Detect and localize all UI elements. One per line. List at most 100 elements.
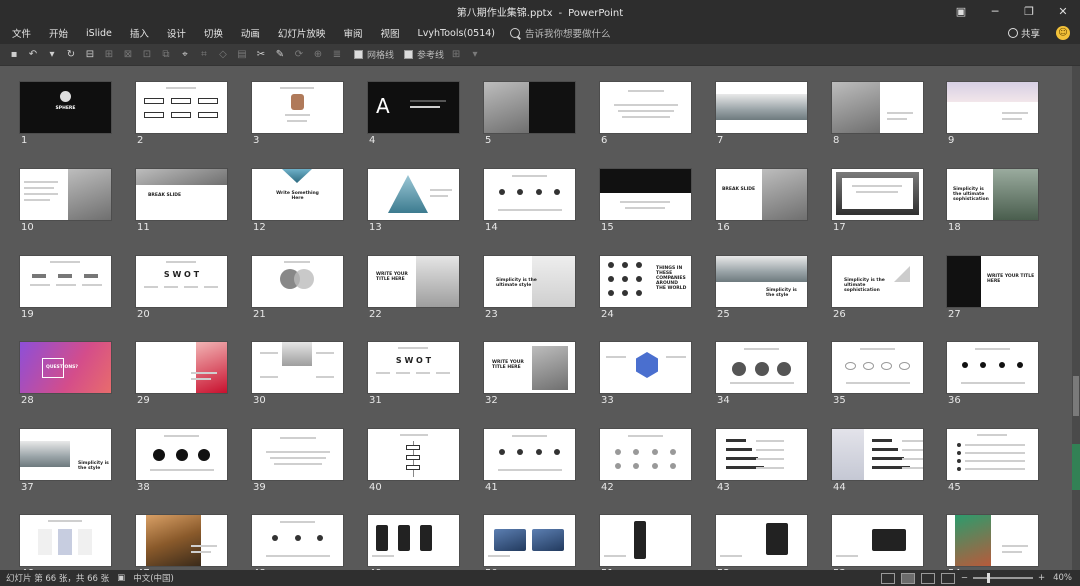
- zoom-slider-knob[interactable]: [986, 573, 990, 583]
- slide-thumbnail[interactable]: [484, 515, 575, 566]
- normal-view-button[interactable]: [880, 572, 895, 584]
- slide-thumbnail[interactable]: [832, 342, 923, 393]
- slide-thumbnail[interactable]: [600, 342, 691, 393]
- language-label[interactable]: 中文(中国): [133, 572, 174, 584]
- undo-dropdown-icon[interactable]: ▾: [44, 47, 60, 63]
- tab-slideshow[interactable]: 幻灯片放映: [269, 26, 335, 40]
- zoom-in-icon[interactable]: +: [1038, 573, 1045, 583]
- layers-icon[interactable]: ≣: [329, 47, 345, 63]
- slide-thumbnail[interactable]: QUESTIONS?: [20, 342, 111, 393]
- restore-icon[interactable]: ❐: [1012, 0, 1046, 22]
- slide-thumbnail[interactable]: Simplicity is the style: [20, 429, 111, 480]
- slide-thumbnail[interactable]: Write Something Here: [252, 169, 343, 220]
- slide-thumbnail[interactable]: [716, 515, 807, 566]
- distribute-icon[interactable]: ⊡: [139, 47, 155, 63]
- save-icon[interactable]: ▪: [6, 47, 22, 63]
- slide-thumbnail[interactable]: [252, 256, 343, 307]
- shape-icon[interactable]: ◇: [215, 47, 231, 63]
- reading-view-button[interactable]: [920, 572, 935, 584]
- slide-sorter-view-button[interactable]: [900, 572, 915, 584]
- close-icon[interactable]: ✕: [1046, 0, 1080, 22]
- slide-thumbnail[interactable]: [600, 515, 691, 566]
- slide-thumbnail[interactable]: [832, 515, 923, 566]
- slide-thumbnail[interactable]: [136, 342, 227, 393]
- spellcheck-icon[interactable]: ▣: [117, 573, 125, 583]
- tab-lvyhtools[interactable]: LvyhTools(0514): [408, 28, 504, 39]
- tab-insert[interactable]: 插入: [121, 26, 158, 40]
- slide-thumbnail[interactable]: [600, 169, 691, 220]
- scissors-icon[interactable]: ✂: [253, 47, 269, 63]
- tab-home[interactable]: 开始: [40, 26, 77, 40]
- tab-review[interactable]: 审阅: [334, 26, 371, 40]
- gridlines-checkbox[interactable]: 网格线: [354, 48, 394, 61]
- slide-thumbnail[interactable]: WRITE YOUR TITLE HERE: [947, 256, 1038, 307]
- slide-thumbnail[interactable]: A: [368, 82, 459, 133]
- scrollbar-thumb[interactable]: [1073, 376, 1079, 416]
- slide-thumbnail[interactable]: [484, 429, 575, 480]
- slide-thumbnail[interactable]: WRITE YOUR TITLE HERE: [484, 342, 575, 393]
- slide-thumbnail[interactable]: Simplicity is the ultimate style: [484, 256, 575, 307]
- slide-thumbnail[interactable]: [484, 82, 575, 133]
- slide-thumbnail[interactable]: [716, 429, 807, 480]
- slide-thumbnail[interactable]: [600, 82, 691, 133]
- tell-me-box[interactable]: 告诉我你想要做什么: [510, 26, 611, 40]
- slide-thumbnail[interactable]: [20, 515, 111, 566]
- vertical-scrollbar[interactable]: [1072, 66, 1080, 570]
- slide-thumbnail[interactable]: [136, 429, 227, 480]
- slide-thumbnail[interactable]: WRITE YOUR TITLE HERE: [368, 256, 459, 307]
- slide-thumbnail[interactable]: S W O T: [368, 342, 459, 393]
- slide-thumbnail[interactable]: Simplicity is the style: [716, 256, 807, 307]
- picture-icon[interactable]: ▤: [234, 47, 250, 63]
- slide-thumbnail[interactable]: BREAK SLIDE: [136, 169, 227, 220]
- slide-thumbnail[interactable]: [832, 429, 923, 480]
- slide-thumbnail[interactable]: [368, 429, 459, 480]
- slide-thumbnail[interactable]: [368, 515, 459, 566]
- crop-icon[interactable]: ⌗: [196, 47, 212, 63]
- slide-thumbnail[interactable]: [832, 169, 923, 220]
- slide-thumbnail[interactable]: BREAK SLIDE: [716, 169, 807, 220]
- zoom-slider[interactable]: [972, 573, 1033, 583]
- tab-transitions[interactable]: 切换: [195, 26, 232, 40]
- feedback-smiley-icon[interactable]: ☺: [1056, 26, 1070, 40]
- group-icon[interactable]: ⧉: [158, 47, 174, 63]
- gridsettings-icon[interactable]: ⊞: [448, 47, 464, 63]
- align-center-icon[interactable]: ⊞: [101, 47, 117, 63]
- tab-islide[interactable]: iSlide: [77, 28, 121, 39]
- redo-icon[interactable]: ↻: [63, 47, 79, 63]
- slide-thumbnail[interactable]: [252, 515, 343, 566]
- slide-thumbnail[interactable]: [947, 82, 1038, 133]
- slide-thumbnail[interactable]: S W O T: [136, 256, 227, 307]
- tab-view[interactable]: 视图: [371, 26, 408, 40]
- guides-checkbox[interactable]: 参考线: [404, 48, 444, 61]
- rotate-icon[interactable]: ⟳: [291, 47, 307, 63]
- align-left-icon[interactable]: ⊟: [82, 47, 98, 63]
- zoom-level[interactable]: 40%: [1053, 573, 1072, 583]
- slide-thumbnail[interactable]: Simplicity is the ultimate sophisticatio…: [832, 256, 923, 307]
- slide-thumbnail[interactable]: [368, 169, 459, 220]
- scrollbar-grip[interactable]: [1072, 444, 1080, 490]
- slideshow-view-button[interactable]: [940, 572, 955, 584]
- slide-thumbnail[interactable]: Simplicity is the ultimate sophisticatio…: [947, 169, 1038, 220]
- slide-thumbnail[interactable]: [832, 82, 923, 133]
- slide-thumbnail[interactable]: [20, 169, 111, 220]
- slide-thumbnail[interactable]: [484, 169, 575, 220]
- minimize-icon[interactable]: ─: [978, 0, 1012, 22]
- ribbon-display-icon[interactable]: ▣: [944, 0, 978, 22]
- share-button[interactable]: 共享: [1007, 26, 1040, 40]
- zoom-out-icon[interactable]: −: [961, 573, 968, 583]
- customize-toolbar-icon[interactable]: ▾: [467, 47, 483, 63]
- eyedropper-icon[interactable]: ✎: [272, 47, 288, 63]
- arrange-icon[interactable]: ⊕: [310, 47, 326, 63]
- slide-thumbnail[interactable]: [947, 342, 1038, 393]
- slide-thumbnail[interactable]: [136, 515, 227, 566]
- slide-thumbnail[interactable]: SPHERE: [20, 82, 111, 133]
- slide-thumbnail[interactable]: THINGS IN THESE COMPANIES AROUND THE WOR…: [600, 256, 691, 307]
- slide-thumbnail[interactable]: [252, 82, 343, 133]
- slide-thumbnail[interactable]: [716, 82, 807, 133]
- slide-thumbnail[interactable]: [947, 429, 1038, 480]
- slide-thumbnail[interactable]: [716, 342, 807, 393]
- undo-icon[interactable]: ↶: [25, 47, 41, 63]
- tab-design[interactable]: 设计: [158, 26, 195, 40]
- tab-file[interactable]: 文件: [0, 26, 40, 40]
- slide-thumbnail[interactable]: [947, 515, 1038, 566]
